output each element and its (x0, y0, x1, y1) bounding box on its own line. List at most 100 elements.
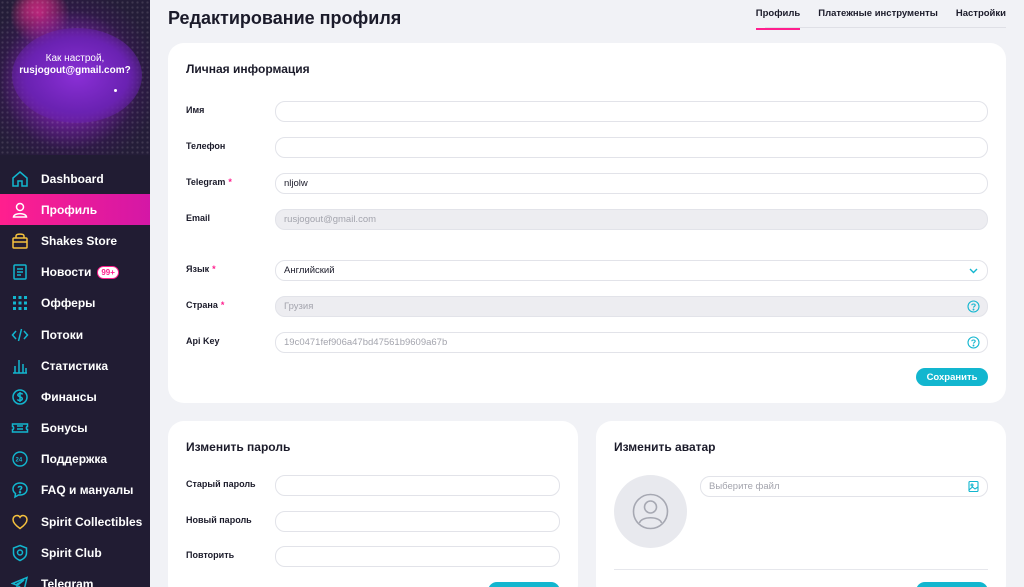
bar-chart-icon (11, 357, 29, 375)
sidebar-item-shakes-store[interactable]: Shakes Store (0, 225, 150, 256)
sidebar-item-label: Telegram (41, 577, 94, 587)
tab-payment-methods[interactable]: Платежные инструменты (818, 0, 938, 30)
sidebar-item-label: Spirit Club (41, 545, 102, 560)
sidebar-item-label: Бонусы (41, 421, 88, 436)
home-icon (11, 170, 29, 188)
email-field (275, 209, 988, 230)
old-password-label: Старый пароль (186, 479, 256, 489)
user-icon (11, 201, 29, 219)
required-mark: * (212, 264, 216, 274)
support-24-icon: 24 (11, 450, 29, 468)
repeat-password-input[interactable] (275, 546, 560, 567)
sidebar-item-label: Dashboard (41, 171, 104, 186)
image-file-icon (967, 480, 980, 493)
avatar-submit-button[interactable] (916, 582, 988, 587)
sidebar-item-spirit-collectibles[interactable]: Spirit Collectibles (0, 506, 150, 537)
sidebar-item-dashboard[interactable]: Dashboard (0, 163, 150, 194)
news-icon (11, 263, 29, 281)
chevron-down-icon (967, 264, 980, 277)
sidebar-item-label: Финансы (41, 389, 97, 404)
telegram-label-text: Telegram (186, 177, 226, 187)
sidebar-item-spirit-club[interactable]: Spirit Club (0, 537, 150, 568)
sidebar-item-finances[interactable]: Финансы (0, 381, 150, 412)
country-label-text: Страна (186, 300, 218, 310)
ticket-icon (11, 419, 29, 437)
language-select[interactable]: Английский (275, 260, 988, 281)
telegram-label: Telegram * (186, 177, 232, 187)
language-value: Английский (284, 265, 335, 276)
sidebar-item-label: Статистика (41, 358, 109, 373)
tab-settings[interactable]: Настройки (956, 0, 1006, 30)
code-icon (11, 326, 29, 344)
password-submit-button[interactable] (488, 582, 560, 587)
sidebar: Как настрой, rusjogout@gmail.com? Dashbo… (0, 0, 150, 587)
change-avatar-title: Изменить аватар (614, 440, 716, 454)
profile-tabs: Профиль Платежные инструменты Настройки (738, 0, 1006, 30)
sidebar-item-profile[interactable]: Профиль (0, 194, 150, 226)
question-bubble-icon (11, 481, 29, 499)
change-password-card: Изменить пароль Старый пароль Новый паро… (168, 421, 578, 587)
country-label: Страна * (186, 300, 224, 310)
sidebar-item-news[interactable]: Новости 99+ (0, 257, 150, 288)
file-picker-placeholder: Выберите файл (709, 481, 780, 492)
file-picker[interactable]: Выберите файл (700, 476, 988, 497)
name-label: Имя (186, 105, 205, 115)
sidebar-item-label: Офферы (41, 296, 96, 311)
decor-dot (114, 89, 117, 92)
new-password-label: Новый пароль (186, 515, 252, 525)
phone-input[interactable] (275, 137, 988, 158)
sidebar-item-label: Профиль (41, 202, 98, 217)
tab-profile[interactable]: Профиль (755, 0, 801, 30)
sidebar-item-streams[interactable]: Потоки (0, 319, 150, 350)
sidebar-item-label: FAQ и мануалы (41, 483, 134, 498)
help-icon[interactable] (967, 336, 980, 349)
svg-text:24: 24 (16, 458, 23, 464)
old-password-input[interactable] (275, 475, 560, 496)
apikey-label: Api Key (186, 336, 220, 346)
telegram-input[interactable] (275, 173, 988, 194)
country-value: Грузия (284, 301, 314, 312)
page-title: Редактирование профиля (168, 8, 402, 28)
heart-shield-icon (11, 513, 29, 531)
shopping-bag-icon (11, 232, 29, 250)
sidebar-item-label: Shakes Store (41, 233, 118, 248)
personal-info-card: Личная информация Имя Телефон Telegram * … (168, 43, 1006, 403)
save-button[interactable]: Сохранить (916, 368, 988, 386)
apikey-value: 19c0471fef906a47bd47561b9609a67b (284, 337, 448, 348)
language-label: Язык * (186, 264, 216, 274)
sidebar-item-label: Потоки (41, 327, 84, 342)
change-password-title: Изменить пароль (186, 440, 291, 454)
sidebar-item-label: Новости (41, 265, 92, 280)
sidebar-item-support[interactable]: 24 Поддержка (0, 444, 150, 475)
sidebar-item-telegram[interactable]: Telegram (0, 568, 150, 587)
user-placeholder-icon (632, 493, 669, 530)
sidebar-item-offers[interactable]: Офферы (0, 288, 150, 319)
phone-label: Телефон (186, 141, 226, 151)
name-input[interactable] (275, 101, 988, 122)
sidebar-item-label: Spirit Collectibles (41, 514, 143, 529)
sidebar-item-faq[interactable]: FAQ и мануалы (0, 475, 150, 506)
sidebar-item-statistics[interactable]: Статистика (0, 350, 150, 381)
personal-info-title: Личная информация (186, 62, 310, 76)
sidebar-item-bonuses[interactable]: Бонусы (0, 413, 150, 444)
sidebar-item-label: Поддержка (41, 452, 108, 467)
language-label-text: Язык (186, 264, 210, 274)
telegram-icon (11, 575, 29, 587)
avatar-divider (614, 569, 988, 570)
required-mark: * (228, 177, 232, 187)
sidebar-nav: Dashboard Профиль Shakes Store Новости 9… (0, 163, 150, 587)
dollar-icon (11, 388, 29, 406)
new-password-input[interactable] (275, 511, 560, 532)
change-avatar-card: Изменить аватар Выберите файл (596, 421, 1006, 587)
news-count-badge: 99+ (97, 265, 119, 279)
grid-icon (11, 294, 29, 312)
greeting-line: Как настрой, (45, 53, 105, 64)
email-label: Email (186, 213, 211, 223)
avatar (614, 475, 687, 548)
club-badge-icon (11, 544, 29, 562)
user-email: rusjogout@gmail.com? (19, 65, 131, 76)
apikey-field[interactable]: 19c0471fef906a47bd47561b9609a67b (275, 332, 988, 353)
help-icon[interactable] (967, 300, 980, 313)
repeat-password-label: Повторить (186, 550, 235, 560)
country-select: Грузия (275, 296, 988, 317)
